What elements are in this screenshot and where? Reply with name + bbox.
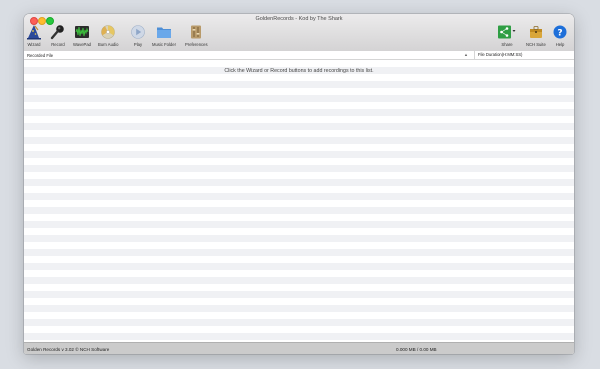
column-file-duration[interactable]: File Duration(H:MM:SS) (474, 51, 522, 59)
title-bar: GoldenRecords - Kod by The Shark Wizard (24, 14, 574, 52)
status-bar: Golden Records v 3.02 © NCH Software 0.0… (24, 342, 574, 354)
wizard-hat-icon (26, 24, 42, 40)
burn-audio-label: Burn Audio (98, 42, 119, 47)
preferences-icon (188, 24, 204, 40)
wizard-label: Wizard (27, 42, 41, 47)
sort-arrow-icon[interactable]: ▲ (464, 52, 468, 57)
play-label: Play (133, 42, 143, 47)
nch-suite-label: NCH Suite (526, 42, 546, 47)
nch-suite-button[interactable]: NCH Suite (526, 24, 546, 50)
folder-icon (156, 24, 172, 40)
preferences-label: Preferences (185, 42, 208, 47)
music-folder-button[interactable]: Music Folder (152, 24, 176, 50)
wavepad-button[interactable]: WavePad (73, 24, 91, 50)
help-button[interactable]: ? Help (552, 24, 568, 50)
record-label: Record (51, 42, 65, 47)
play-icon (130, 24, 146, 40)
burn-audio-button[interactable]: Burn Audio (98, 24, 119, 50)
microphone-icon (50, 24, 66, 40)
window-title: GoldenRecords - Kod by The Shark (255, 16, 343, 22)
version-info: Golden Records v 3.02 © NCH Software (27, 346, 110, 352)
help-label: Help (555, 42, 565, 47)
app-window: GoldenRecords - Kod by The Shark Wizard (24, 14, 574, 354)
share-label: Share (501, 42, 513, 47)
music-folder-label: Music Folder (152, 42, 176, 47)
preferences-button[interactable]: Preferences (185, 24, 208, 50)
share-button[interactable]: Share (497, 24, 517, 50)
storage-usage: 0.000 MB / 0.00 MB (396, 346, 437, 352)
list-column-header: Recorded File ▲ File Duration(H:MM:SS) (24, 51, 574, 60)
share-icon (497, 24, 517, 40)
column-recorded-file[interactable]: Recorded File (27, 53, 53, 58)
wavepad-label: WavePad (73, 42, 91, 47)
burn-disc-icon (100, 24, 116, 40)
recordings-list[interactable]: Click the Wizard or Record buttons to ad… (24, 60, 574, 342)
help-icon: ? (552, 24, 568, 40)
svg-text:?: ? (557, 28, 562, 38)
empty-list-message: Click the Wizard or Record buttons to ad… (224, 68, 374, 74)
play-button[interactable]: Play (130, 24, 146, 50)
wavepad-icon (74, 24, 90, 40)
wizard-button[interactable]: Wizard (26, 24, 42, 50)
record-button[interactable]: Record (50, 24, 66, 50)
nch-suite-icon (528, 24, 544, 40)
